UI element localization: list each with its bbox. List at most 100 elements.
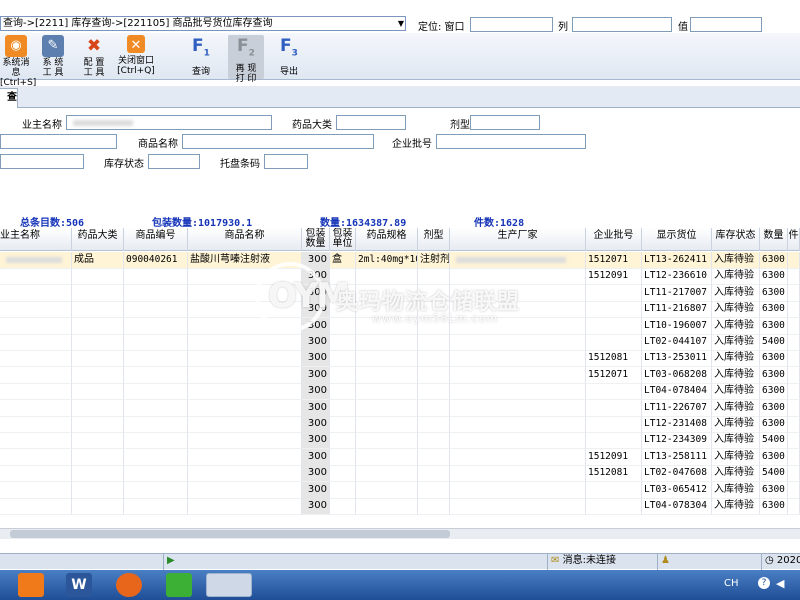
cell-category [72,317,124,335]
cell-name [188,465,302,483]
cell-form [418,383,450,401]
cell-batch: 1512091 [586,268,642,286]
taskbar: W CH ? ◀ [0,570,800,600]
col-header-qty[interactable]: 数量 [760,228,788,251]
cell-batch [586,432,642,450]
language-indicator[interactable]: CH [724,578,739,589]
cell-qty: 6300 [760,416,788,433]
cell-status: 入库待验 [712,317,760,335]
cell-batch: 1512081 [586,350,642,368]
stock-status-label: 库存状态 [104,159,144,170]
drug-category-label: 药品大类 [292,120,332,131]
col-header-pack-unit[interactable]: 包装单位 [330,228,356,251]
left-filter-input-2[interactable] [0,154,84,169]
col-header-spec[interactable]: 药品规格 [356,228,418,251]
reprint-button[interactable]: F2 再 现 打 印 [228,35,264,84]
wechat-icon[interactable] [166,573,192,597]
lmis-app-icon[interactable] [206,573,252,597]
col-header-pieces[interactable]: 件 [788,228,800,251]
product-name-input[interactable] [182,134,374,149]
drug-category-input[interactable] [336,115,406,130]
close-window-button[interactable]: ✕ 关闭窗口 [Ctrl+Q] [116,35,156,79]
table-row[interactable]: 300 LT04-078404 入库待验 6300 [0,383,800,401]
config-tools-button[interactable]: ✖ 配 置 工 具 [78,35,110,79]
cell-status: 入库待验 [712,301,760,319]
col-header-pack-qty[interactable]: 包装数量 [302,228,330,251]
cell-owner [0,252,72,269]
left-filter-input-1[interactable] [0,134,117,149]
stock-status-input[interactable] [148,154,200,169]
cell-form [418,481,450,499]
owner-name-input[interactable] [66,115,272,130]
cell-category [72,448,124,466]
col-header-category[interactable]: 药品大类 [72,228,124,251]
col-header-name[interactable]: 商品名称 [188,228,302,251]
chevron-down-icon[interactable]: ▼ [396,17,406,30]
volume-icon[interactable]: ◀ [776,577,784,590]
cell-form [418,432,450,450]
status-seg-4: ♟ [658,554,762,570]
cell-pack: 300 [302,334,330,351]
cell-mfr [450,268,586,286]
cell-code [124,465,188,483]
firefox-icon[interactable] [116,573,142,597]
watermark-url: www.oym56Lm.com [372,312,499,325]
table-row[interactable]: 300 1512091 LT12-236610 入库待验 6300 [0,268,800,286]
col-header-manufacturer[interactable]: 生产厂家 [450,228,586,251]
pallet-code-input[interactable] [264,154,308,169]
address-combo[interactable]: 查询->[2211] 库存查询->[221105] 商品批号货位库存查询 [0,16,406,31]
scrollbar-thumb[interactable] [10,530,450,538]
company-batch-label: 企业批号 [392,139,432,150]
table-row[interactable]: 成品 090040261 盐酸川芎嗪注射液 300 盒 2ml:40mg*10 注射剂 151… [0,252,800,269]
cell-category [72,416,124,433]
table-row[interactable]: 300 LT11-226707 入库待验 6300 [0,399,800,417]
locate-window-input[interactable] [470,17,553,32]
col-header-code[interactable]: 商品编号 [124,228,188,251]
cell-status: 入库待验 [712,399,760,417]
table-row[interactable]: 300 LT02-044107 入库待验 5400 [0,334,800,351]
col-header-batch[interactable]: 企业批号 [586,228,642,251]
cell-pc [788,432,800,450]
help-icon[interactable]: ? [758,577,770,589]
table-row[interactable]: 300 LT04-078304 入库待验 6300 [0,498,800,515]
table-row[interactable]: 300 1512081 LT02-047608 入库待验 5400 [0,465,800,483]
cell-category [72,481,124,499]
table-row[interactable]: 300 1512081 LT13-253011 入库待验 6300 [0,350,800,368]
table-row[interactable]: 300 LT12-234309 入库待验 5400 [0,432,800,450]
table-row[interactable]: 300 LT03-065412 入库待验 6300 [0,481,800,499]
query-button[interactable]: F1 查询 [184,35,218,79]
locate-col-input[interactable] [572,17,672,32]
tab-strip [0,86,800,108]
cell-pack: 300 [302,399,330,417]
cell-pack: 300 [302,432,330,450]
locate-value-label: 值 [678,22,688,33]
cell-category [72,432,124,450]
export-button[interactable]: F3 导出 [272,35,306,79]
button-sub: [Ctrl+Q] [117,66,155,76]
cell-pc [788,350,800,368]
cell-spec [356,416,418,433]
dosage-form-input[interactable] [470,115,540,130]
table-row[interactable]: 300 LT12-231408 入库待验 6300 [0,416,800,433]
col-header-status[interactable]: 库存状态 [712,228,760,251]
cell-owner [0,399,72,417]
word-icon[interactable]: W [66,573,92,597]
cell-pc [788,268,800,286]
cell-pc [788,465,800,483]
media-player-icon[interactable] [18,573,44,597]
system-message-button[interactable]: ◉ 系统消息 [Ctrl+S] [0,35,36,88]
company-batch-input[interactable] [436,134,586,149]
cell-spec [356,448,418,466]
col-header-owner[interactable]: 业主名称 [0,228,72,251]
cell-category [72,383,124,401]
system-tools-button[interactable]: ✎ 系 统 工 具 [37,35,69,79]
cell-loc: LT13-253011 [642,350,712,368]
table-row[interactable]: 300 1512091 LT13-258111 入库待验 6300 [0,448,800,466]
toolbar: ◉ 系统消息 [Ctrl+S] ✎ 系 统 工 具 ✖ 配 置 工 具 ✕ 关闭… [0,33,800,88]
locate-value-input[interactable] [690,17,762,32]
col-header-form[interactable]: 剂型 [418,228,450,251]
table-row[interactable]: 300 1512071 LT03-068208 入库待验 6300 [0,366,800,384]
cell-code [124,268,188,286]
tab-query[interactable]: 查询 [0,88,18,108]
col-header-location[interactable]: 显示货位 [642,228,712,251]
